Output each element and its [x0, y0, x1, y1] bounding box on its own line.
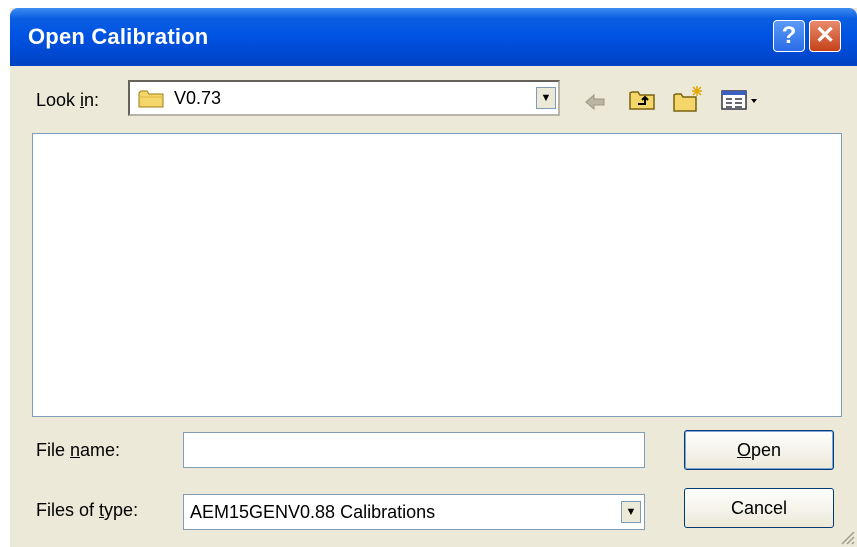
folder-icon: [138, 90, 164, 108]
resize-grip-icon[interactable]: [839, 529, 855, 545]
help-button[interactable]: ?: [773, 20, 805, 52]
open-button[interactable]: Open: [684, 430, 834, 470]
files-of-type-dropdown-button[interactable]: ▼: [621, 501, 641, 523]
dialog-title: Open Calibration: [28, 24, 209, 49]
look-in-combo[interactable]: V0.73 ▼: [128, 80, 560, 116]
files-of-type-combo[interactable]: AEM15GENV0.88 Calibrations ▼: [183, 494, 645, 530]
back-icon[interactable]: [583, 92, 607, 112]
look-in-label: Look in:: [36, 90, 100, 110]
file-name-input[interactable]: [183, 432, 645, 468]
open-calibration-dialog: Open Calibration ? ✕ Look in: V0.73 ▼ Fi…: [10, 8, 857, 547]
view-menu-icon[interactable]: [720, 88, 762, 112]
look-in-value: V0.73: [174, 88, 222, 108]
up-folder-icon[interactable]: [628, 88, 656, 112]
file-list[interactable]: [32, 133, 842, 417]
title-bar[interactable]: Open Calibration ? ✕: [10, 8, 857, 66]
file-name-label: File name:: [36, 440, 121, 460]
new-folder-icon[interactable]: [672, 84, 704, 114]
cancel-button[interactable]: Cancel: [684, 488, 834, 528]
files-of-type-label: Files of type:: [36, 500, 139, 520]
files-of-type-value: AEM15GENV0.88 Calibrations: [190, 502, 436, 522]
look-in-dropdown-button[interactable]: ▼: [536, 87, 556, 109]
close-button[interactable]: ✕: [809, 20, 841, 52]
